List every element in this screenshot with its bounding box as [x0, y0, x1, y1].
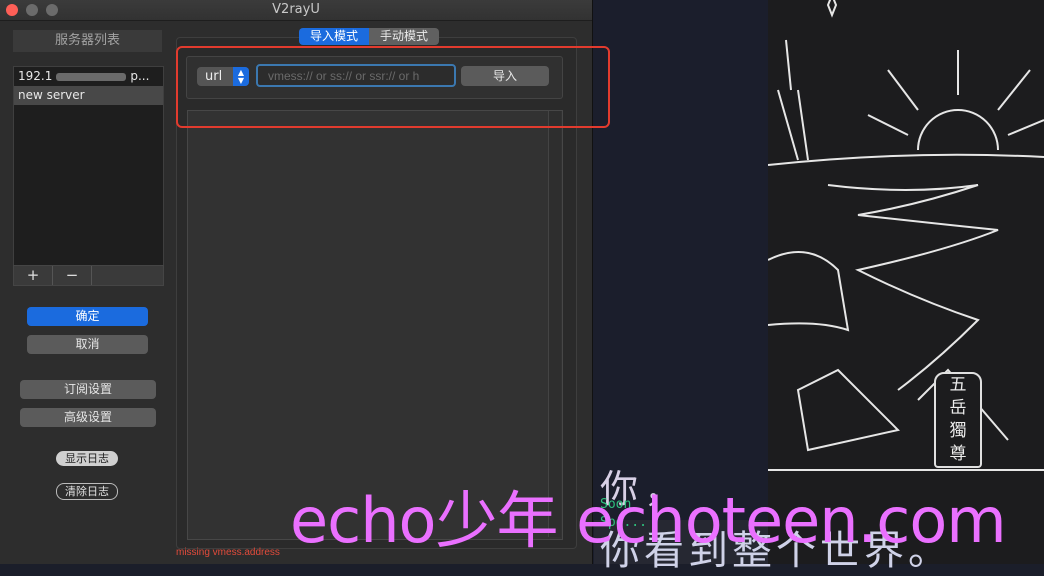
server-list[interactable]: 192.1 p... new server [13, 66, 164, 266]
remove-server-button[interactable]: − [53, 266, 92, 285]
server-name: new server [18, 88, 85, 102]
import-type-value: url [205, 69, 223, 84]
tab-manual-mode[interactable]: 手动模式 [369, 28, 440, 45]
tab-import-mode[interactable]: 导入模式 [299, 28, 370, 45]
import-url-input[interactable] [256, 64, 456, 87]
server-list-header: 服务器列表 [13, 30, 162, 52]
server-list-item[interactable]: 192.1 p... [14, 67, 163, 86]
import-type-select[interactable]: url ▲ ▼ [197, 67, 249, 86]
server-name-start: 192.1 [18, 69, 53, 83]
import-button[interactable]: 导入 [461, 66, 549, 86]
mode-tabs: 导入模式 手动模式 [299, 28, 440, 45]
subscription-settings-button[interactable]: 订阅设置 [20, 380, 156, 399]
show-log-button[interactable]: 显示日志 [56, 451, 118, 466]
chevron-updown-icon: ▲ ▼ [233, 67, 249, 86]
clear-log-button[interactable]: 清除日志 [56, 483, 118, 500]
redacted-text [56, 72, 127, 81]
title-bar[interactable]: V2rayU [0, 0, 592, 21]
add-server-button[interactable]: + [14, 266, 53, 285]
ok-button[interactable]: 确定 [27, 307, 148, 326]
cancel-button[interactable]: 取消 [27, 335, 148, 354]
watermark-text: echo少年 echoteen.com [290, 484, 1007, 557]
error-message: missing vmess.address [176, 547, 280, 558]
advanced-settings-button[interactable]: 高级设置 [20, 408, 156, 427]
server-list-item-selected[interactable]: new server [14, 86, 163, 105]
server-name-end: p... [130, 69, 150, 83]
wallpaper-plaque: 五 岳 獨 尊 [934, 372, 982, 468]
window-title: V2rayU [272, 2, 320, 17]
server-list-toolbar: + − [13, 265, 164, 286]
